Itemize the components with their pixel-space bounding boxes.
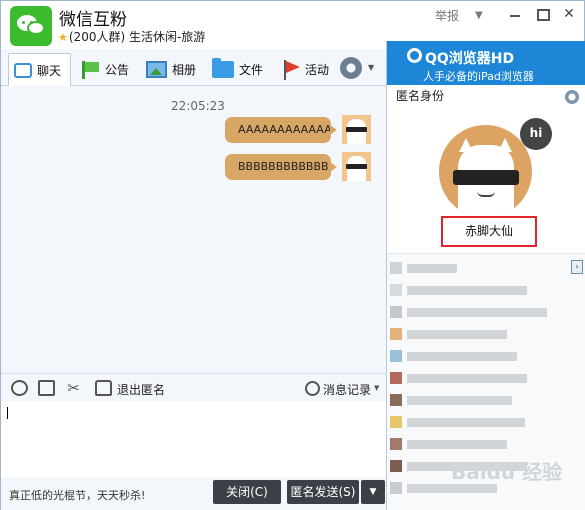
chat-window: 微信互粉 ★(200人群) 生活休闲-旅游 举报 ▼ ✕ 聊天 公告 相册 文件…: [0, 0, 585, 510]
text-caret: [7, 407, 8, 419]
anonymous-nickname: 赤脚大仙: [464, 224, 513, 238]
close-button[interactable]: 关闭(C): [213, 480, 281, 504]
tab-activity[interactable]: 活动: [282, 53, 329, 86]
chevron-down-icon[interactable]: ▼: [374, 384, 379, 392]
panel-title: 匿名身份: [396, 89, 445, 103]
picture-icon: [146, 61, 167, 78]
star-icon: ★: [58, 31, 68, 44]
exit-anonymous-button[interactable]: 退出匿名: [117, 381, 165, 398]
message-bubble: AAAAAAAAAAAA: [225, 117, 337, 143]
tab-chat[interactable]: 聊天: [8, 53, 71, 86]
hi-badge[interactable]: hi: [520, 118, 552, 150]
collapse-panel-button[interactable]: ›: [571, 260, 583, 274]
tab-label: 活动: [305, 63, 330, 77]
avatar[interactable]: [342, 115, 371, 144]
chat-toolbar: 聊天 公告 相册 文件 活动: [1, 49, 386, 86]
group-title: 微信互粉: [59, 10, 127, 30]
flag-notice-icon: [80, 60, 100, 79]
ad-subtitle: 人手必备的iPad浏览器: [423, 70, 534, 83]
gear-icon[interactable]: [340, 57, 362, 79]
message-bubble: BBBBBBBBBBBB: [225, 154, 337, 180]
browser-ad-banner[interactable]: QQ浏览器HD 人手必备的iPad浏览器: [387, 41, 585, 85]
group-info: (200人群) 生活休闲-旅游: [68, 30, 206, 44]
bottom-bar: 真正低的光棍节，天天秒杀! 关闭(C) 匿名发送(S) ▼: [1, 477, 386, 510]
tab-label: 相册: [172, 63, 197, 77]
screenshot-scissors-icon[interactable]: ✂: [65, 380, 82, 396]
report-button[interactable]: 举报: [435, 7, 459, 24]
emoji-icon[interactable]: [11, 380, 28, 396]
anonymous-send-button[interactable]: 匿名发送(S): [287, 480, 359, 504]
close-window-button[interactable]: ✕: [561, 7, 577, 21]
chevron-down-icon[interactable]: ▼: [475, 10, 483, 21]
tab-label: 文件: [239, 63, 264, 77]
maximize-button[interactable]: [534, 7, 550, 21]
tab-files[interactable]: 文件: [212, 53, 263, 86]
minimize-button[interactable]: [507, 7, 523, 21]
send-options-dropdown[interactable]: ▼: [361, 480, 385, 504]
avatar[interactable]: [342, 152, 371, 181]
tab-label: 聊天: [37, 63, 62, 78]
chat-icon: [14, 62, 32, 78]
message-history-button[interactable]: 消息记录: [323, 381, 371, 398]
promo-link[interactable]: 真正低的光棍节，天天秒杀!: [9, 487, 145, 503]
nickname-box[interactable]: 赤脚大仙: [441, 216, 537, 247]
tab-notice[interactable]: 公告: [80, 53, 129, 86]
group-subtitle: ★(200人群) 生活休闲-旅游: [58, 28, 205, 45]
ad-title: QQ浏览器HD: [425, 51, 515, 67]
tab-album[interactable]: 相册: [146, 53, 196, 86]
chevron-down-icon[interactable]: ▼: [368, 63, 374, 72]
image-icon[interactable]: [38, 380, 55, 396]
message-timestamp: 22:05:23: [171, 99, 225, 113]
qq-browser-logo-icon: [407, 48, 422, 63]
wechat-logo-icon: [10, 6, 52, 46]
anonymous-avatar[interactable]: [439, 125, 532, 218]
message-area[interactable]: 22:05:23 AAAAAAAAAAAA BBBBBBBBBBBB: [1, 87, 386, 373]
clock-icon: [305, 381, 320, 396]
anonymous-identity-panel: 匿名身份 hi 赤脚大仙 ›: [387, 85, 585, 510]
folder-icon: [212, 58, 234, 78]
gear-icon[interactable]: [565, 90, 579, 104]
message-input[interactable]: [1, 401, 386, 477]
watermark: Baidu 经验: [451, 460, 563, 484]
input-toolbar: ✂ 退出匿名 消息记录 ▼: [1, 373, 386, 401]
anonymous-icon[interactable]: [95, 380, 112, 396]
tab-label: 公告: [105, 63, 130, 77]
red-flag-icon: [282, 59, 300, 80]
